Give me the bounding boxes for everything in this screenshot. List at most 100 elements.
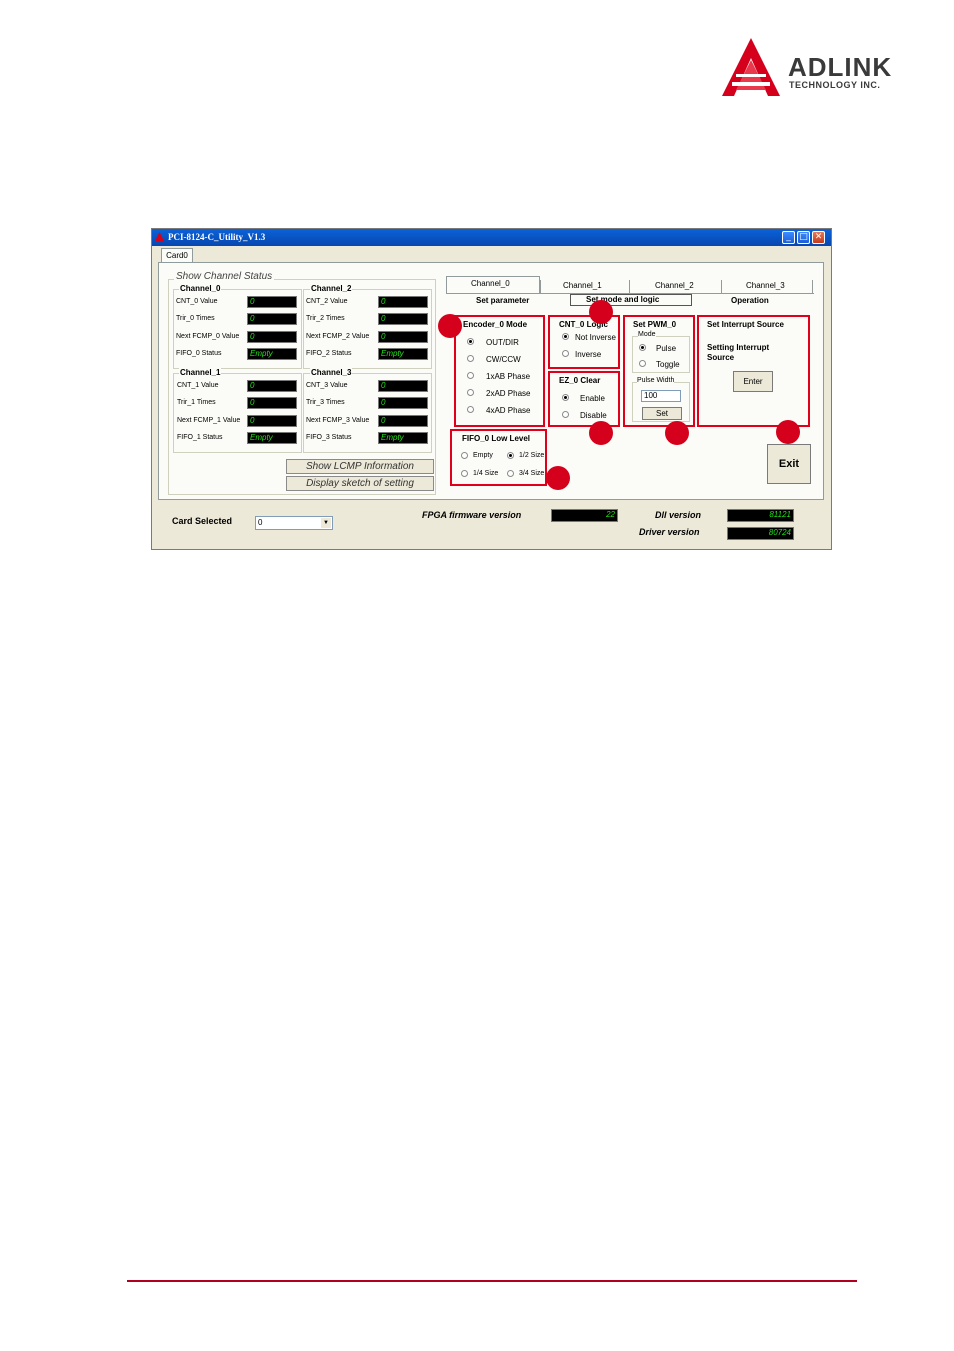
- trir-1-value: 0: [247, 397, 297, 409]
- callout-marker: [665, 421, 689, 445]
- interrupt-title: Set Interrupt Source: [707, 320, 784, 329]
- display-sketch-button[interactable]: Display sketch of setting: [286, 476, 434, 491]
- fifo-label-quarter: 1/4 Size: [473, 470, 499, 477]
- fifo-1-label: FIFO_1 Status: [177, 434, 223, 441]
- fcmp-0-value: 0: [247, 331, 297, 343]
- callout-marker: [589, 300, 613, 324]
- encoder-radio-4xad[interactable]: [467, 406, 474, 413]
- channel-1-title: Channel_1: [179, 368, 222, 377]
- encoder-label-4xad: 4xAD Phase: [486, 406, 531, 415]
- show-lcmp-button[interactable]: Show LCMP Information: [286, 459, 434, 474]
- pwm-radio-toggle[interactable]: [639, 360, 646, 367]
- pulse-width-label: Pulse Width: [637, 377, 675, 384]
- fifo-3-value: Empty: [378, 432, 428, 444]
- brand-tagline: TECHNOLOGY INC.: [789, 80, 881, 90]
- card-select[interactable]: 0 ▼: [255, 516, 333, 530]
- tab-channel-1[interactable]: Channel_1: [563, 281, 602, 290]
- fifo-radio-quarter[interactable]: [461, 470, 468, 477]
- footer-rule: [127, 1280, 857, 1282]
- trir-3-value: 0: [378, 397, 428, 409]
- dll-value: 81121: [727, 509, 794, 522]
- card-selected-label: Card Selected: [172, 516, 233, 526]
- tab-card0[interactable]: Card0: [161, 248, 193, 263]
- card-select-value: 0: [258, 518, 263, 527]
- fifo-radio-empty[interactable]: [461, 452, 468, 459]
- pwm-label-pulse: Pulse: [656, 344, 677, 353]
- fcmp-0-label: Next FCMP_0 Value: [176, 333, 240, 340]
- encoder-title: Encoder_0 Mode: [463, 320, 528, 329]
- encoder-label-1xab: 1xAB Phase: [486, 372, 531, 381]
- tab-divider: [721, 280, 722, 293]
- fifo-label-half: 1/2 Size: [519, 452, 545, 459]
- fcmp-2-value: 0: [378, 331, 428, 343]
- ez-title: EZ_0 Clear: [559, 376, 601, 385]
- cnt-radio-inverse[interactable]: [562, 350, 569, 357]
- fifo-radio-half[interactable]: [507, 452, 514, 459]
- fifo-3-label: FIFO_3 Status: [306, 434, 352, 441]
- tab-divider: [629, 280, 630, 293]
- channel-3-title: Channel_3: [310, 368, 353, 377]
- encoder-radio-outdir[interactable]: [467, 338, 474, 345]
- fifo-0-value: Empty: [247, 348, 297, 360]
- tab-operation[interactable]: Operation: [731, 296, 769, 305]
- encoder-label-2xad: 2xAD Phase: [486, 389, 531, 398]
- driver-value: 80724: [727, 527, 794, 540]
- encoder-radio-1xab[interactable]: [467, 372, 474, 379]
- trir-2-value: 0: [378, 313, 428, 325]
- ez-label-enable: Enable: [580, 394, 605, 403]
- channel-status-title: Show Channel Status: [174, 271, 275, 282]
- cnt-3-label: CNT_3 Value: [306, 382, 348, 389]
- trir-2-label: Trir_2 Times: [306, 315, 345, 322]
- callout-marker: [589, 421, 613, 445]
- tab-channel-3[interactable]: Channel_3: [746, 281, 785, 290]
- callout-marker: [438, 314, 462, 338]
- callout-marker: [776, 420, 800, 444]
- cnt-0-label: CNT_0 Value: [176, 298, 218, 305]
- interrupt-subtitle: Setting Interrupt Source: [707, 343, 770, 362]
- tab-channel-0[interactable]: Channel_0: [471, 279, 510, 288]
- exit-button[interactable]: Exit: [767, 444, 811, 484]
- tab-set-parameter[interactable]: Set parameter: [476, 296, 529, 305]
- interrupt-enter-button[interactable]: Enter: [733, 371, 773, 392]
- cnt-label-inverse: Inverse: [575, 350, 602, 359]
- app-icon: [155, 232, 164, 241]
- pwm-set-button[interactable]: Set: [642, 407, 682, 420]
- pwm-label-toggle: Toggle: [656, 360, 680, 369]
- cnt-radio-not-inverse[interactable]: [562, 333, 569, 340]
- fifo-0-label: FIFO_0 Status: [176, 350, 222, 357]
- encoder-radio-cwccw[interactable]: [467, 355, 474, 362]
- trir-0-value: 0: [247, 313, 297, 325]
- ez-radio-disable[interactable]: [562, 411, 569, 418]
- fifo-1-value: Empty: [247, 432, 297, 444]
- fcmp-1-label: Next FCMP_1 Value: [177, 417, 241, 424]
- maximize-icon[interactable]: □: [797, 231, 810, 244]
- window-title: PCI-8124-C_Utility_V1.3: [168, 232, 266, 242]
- fpga-value: 22: [551, 509, 618, 522]
- tab-channel-2[interactable]: Channel_2: [655, 281, 694, 290]
- ez-radio-enable[interactable]: [562, 394, 569, 401]
- pulse-width-input[interactable]: 100: [641, 390, 681, 402]
- fifo-2-value: Empty: [378, 348, 428, 360]
- fpga-label: FPGA firmware version: [422, 510, 522, 520]
- channel-0-title: Channel_0: [179, 284, 222, 293]
- encoder-label-outdir: OUT/DIR: [486, 338, 519, 347]
- chevron-down-icon[interactable]: ▼: [321, 518, 331, 528]
- minimize-icon[interactable]: _: [782, 231, 795, 244]
- pwm-radio-pulse[interactable]: [639, 344, 646, 351]
- encoder-radio-2xad[interactable]: [467, 389, 474, 396]
- cnt-0-value: 0: [247, 296, 297, 308]
- close-icon[interactable]: ✕: [812, 231, 825, 244]
- driver-label: Driver version: [639, 527, 700, 537]
- cnt-3-value: 0: [378, 380, 428, 392]
- callout-marker: [546, 466, 570, 490]
- fcmp-3-value: 0: [378, 415, 428, 427]
- encoder-label-cwccw: CW/CCW: [486, 355, 521, 364]
- pwm-title: Set PWM_0: [633, 320, 677, 329]
- trir-1-label: Trir_1 Times: [177, 399, 216, 406]
- brand-name: ADLINK: [788, 52, 893, 82]
- fifo-radio-three-quarter[interactable]: [507, 470, 514, 477]
- fcmp-3-label: Next FCMP_3 Value: [306, 417, 370, 424]
- fcmp-2-label: Next FCMP_2 Value: [306, 333, 370, 340]
- cnt-1-label: CNT_1 Value: [177, 382, 219, 389]
- pwm-mode-label: Mode: [638, 331, 656, 338]
